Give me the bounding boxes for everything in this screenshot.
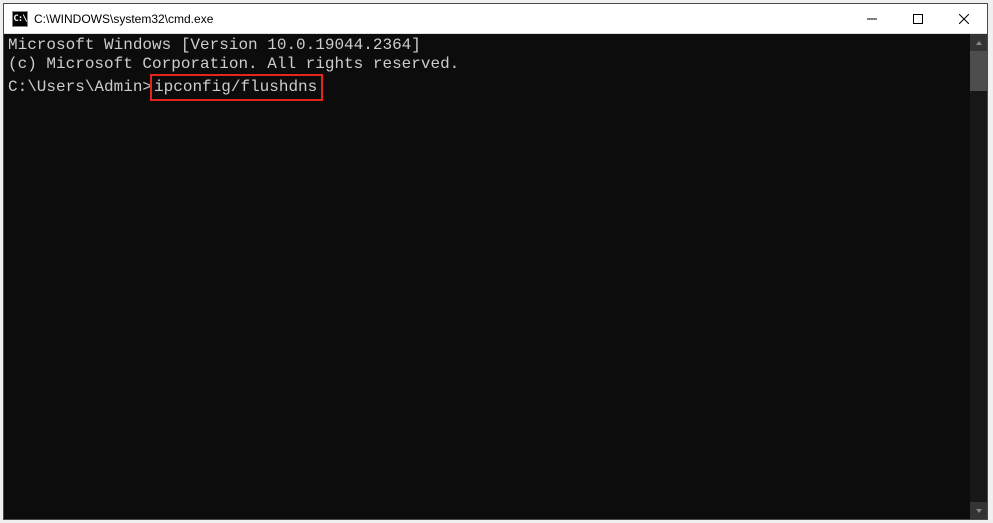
maximize-icon [913,14,923,24]
cmd-icon: C:\ [12,11,28,27]
scrollbar-thumb[interactable] [970,51,987,91]
command-text: ipconfig/flushdns [154,78,317,96]
titlebar[interactable]: C:\ C:\WINDOWS\system32\cmd.exe [4,4,987,34]
window-controls [849,4,987,33]
cmd-window: C:\ C:\WINDOWS\system32\cmd.exe Microsof… [3,3,988,520]
window-title: C:\WINDOWS\system32\cmd.exe [34,12,849,26]
minimize-button[interactable] [849,4,895,33]
command-highlight: ipconfig/flushdns [150,74,323,101]
close-button[interactable] [941,4,987,33]
minimize-icon [867,14,877,24]
prompt-text: C:\Users\Admin> [8,78,152,96]
console-area: Microsoft Windows [Version 10.0.19044.23… [4,34,987,519]
scroll-up-button[interactable] [970,34,987,51]
scrollbar-track[interactable] [970,51,987,502]
prompt-line: C:\Users\Admin>ipconfig/flushdns [8,74,966,101]
console-output[interactable]: Microsoft Windows [Version 10.0.19044.23… [4,34,970,519]
maximize-button[interactable] [895,4,941,33]
scroll-down-button[interactable] [970,502,987,519]
chevron-down-icon [975,507,983,515]
vertical-scrollbar[interactable] [970,34,987,519]
version-line: Microsoft Windows [Version 10.0.19044.23… [8,36,966,55]
copyright-line: (c) Microsoft Corporation. All rights re… [8,55,966,74]
close-icon [959,14,969,24]
chevron-up-icon [975,39,983,47]
